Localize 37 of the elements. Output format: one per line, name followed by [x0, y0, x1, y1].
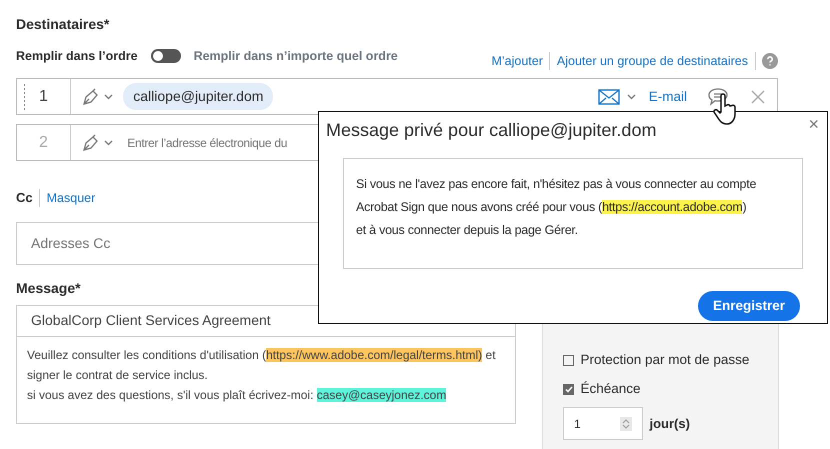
recipient-email: calliope@jupiter.dom — [123, 83, 274, 110]
message-title: Message* — [16, 278, 82, 298]
comment-icon[interactable] — [707, 86, 729, 107]
recipient-email-field[interactable]: Entrer l’adresse électronique du — [127, 134, 328, 152]
delivery-method-link[interactable]: E-mail — [648, 86, 687, 107]
caret-icon — [626, 94, 636, 100]
drag-handle-icon — [23, 84, 26, 110]
order-label: Remplir dans l’ordre — [16, 48, 138, 65]
highlighted-url: https://www.adobe.com/legal/terms.html) — [266, 348, 482, 362]
close-button[interactable]: × — [808, 117, 819, 131]
private-message-field[interactable]: Si vous ne l'avez pas encore fait, n'hésitez pas à vous connecter au compte Acrobat Sign que nous avons créé pour vous (https://account.adobe.com) et à vous connecter depuis la page Gérer. — [343, 158, 803, 269]
caret-icon — [104, 94, 114, 100]
highlighted-email: casey@caseyjonez.com — [316, 388, 446, 402]
checkbox[interactable] — [563, 384, 574, 395]
dialog-title: Message privé pour calliope@jupiter.dom — [326, 119, 656, 142]
cc-label: Cc — [16, 189, 33, 208]
toggle-switch[interactable] — [150, 48, 181, 63]
row-number: 2 — [39, 132, 48, 153]
highlighted-url: https://account.adobe.com — [602, 200, 742, 214]
order-label: Remplir dans n’importe quel ordre — [194, 48, 398, 65]
checkbox-label: Protection par mot de passe — [580, 351, 750, 370]
caret-icon — [104, 140, 114, 146]
message-text: Veuillez consulter les conditions d'utilisation (https://www.adobe.com/legal/terms.html) et signer le contrat de service inclus. si vous avez des questions, s'il vous plaît écrivez-moi: casey@caseyjonez.com — [27, 346, 497, 404]
help-icon — [762, 52, 778, 69]
add-me-link[interactable]: M’ajouter — [491, 52, 543, 70]
envelope-icon — [598, 88, 620, 105]
stepper-icon — [620, 416, 632, 431]
row-number: 1 — [39, 86, 48, 107]
section-title: Destinataires* — [16, 15, 110, 34]
checkbox-label: Échéance — [580, 380, 641, 398]
save-button[interactable]: Enregistrer — [698, 291, 800, 322]
number-spinner[interactable]: 1 — [563, 407, 643, 440]
message-body-field[interactable] — [16, 336, 516, 424]
unit-label: jour(s) — [650, 415, 690, 433]
hide-cc-link[interactable]: Masquer — [46, 188, 96, 208]
add-group-link[interactable]: Ajouter un groupe de destinataires — [556, 52, 748, 70]
checkbox[interactable] — [563, 355, 574, 366]
